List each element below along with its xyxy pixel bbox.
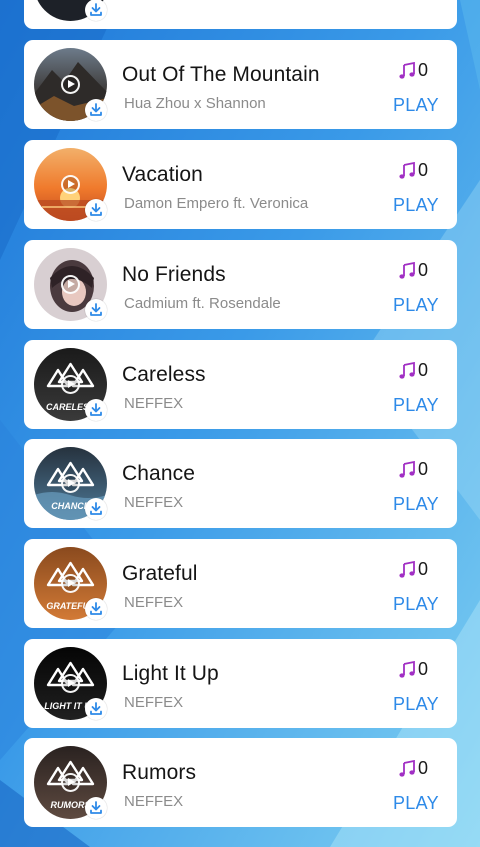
song-title: Rumors: [122, 761, 197, 784]
play-count: 0: [398, 559, 428, 580]
play-button[interactable]: PLAY: [393, 195, 439, 216]
song-card[interactable]: No Friends Cadmium ft. Rosendale 0 PLAY: [24, 240, 457, 329]
play-circle-icon[interactable]: [61, 773, 80, 792]
song-artist: Cadmium ft. Rosendale: [124, 295, 281, 312]
play-count: 0: [398, 659, 428, 680]
play-count: 0: [398, 60, 428, 81]
download-icon[interactable]: [85, 99, 107, 121]
song-card[interactable]: LIGHT IT UP Light It Up NEFFEX 0 PLAY: [24, 639, 457, 728]
download-icon[interactable]: [85, 498, 107, 520]
song-title: Vacation: [122, 163, 203, 186]
play-count-value: 0: [418, 260, 429, 280]
play-circle-icon[interactable]: [61, 75, 80, 94]
download-icon[interactable]: [85, 0, 107, 21]
play-button[interactable]: PLAY: [393, 494, 439, 515]
play-circle-icon[interactable]: [61, 674, 80, 693]
play-circle-icon[interactable]: [61, 375, 80, 394]
song-title: Out Of The Mountain: [122, 63, 320, 86]
play-circle-icon[interactable]: [61, 474, 80, 493]
music-note-icon: [398, 61, 416, 80]
play-count: 0: [398, 260, 428, 281]
download-icon[interactable]: [85, 797, 107, 819]
download-icon[interactable]: [85, 399, 107, 421]
song-card[interactable]: GRATEFUL Grateful NEFFEX 0 PLAY: [24, 539, 457, 628]
song-title: No Friends: [122, 263, 226, 286]
music-note-icon: [398, 261, 416, 280]
download-icon[interactable]: [85, 698, 107, 720]
play-count-value: 0: [418, 559, 429, 579]
download-icon[interactable]: [85, 598, 107, 620]
play-count: 0: [398, 758, 428, 779]
song-title: Chance: [122, 462, 195, 485]
song-card[interactable]: CARELESS Careless NEFFEX 0 PLAY: [24, 340, 457, 429]
play-count: 0: [398, 360, 428, 381]
play-count: 0: [398, 459, 428, 480]
download-icon[interactable]: [85, 299, 107, 321]
song-artist: Hua Zhou x Shannon: [124, 95, 266, 112]
play-button[interactable]: PLAY: [393, 295, 439, 316]
play-count-value: 0: [418, 659, 429, 679]
music-note-icon: [398, 460, 416, 479]
play-circle-icon[interactable]: [61, 574, 80, 593]
play-count: 0: [398, 160, 428, 181]
song-card[interactable]: CHANCE Chance NEFFEX 0 PLAY: [24, 439, 457, 528]
music-note-icon: [398, 759, 416, 778]
song-card[interactable]: Yang Shan Wei WeiYang Shan Wei Wei0PLAY: [24, 0, 457, 29]
play-button[interactable]: PLAY: [393, 793, 439, 814]
song-card[interactable]: RUMORS Rumors NEFFEX 0 PLAY: [24, 738, 457, 827]
song-artist: NEFFEX: [124, 793, 184, 810]
song-title: Grateful: [122, 562, 198, 585]
song-card[interactable]: Vacation Damon Empero ft. Veronica 0 PLAY: [24, 140, 457, 229]
play-button[interactable]: PLAY: [393, 694, 439, 715]
song-artist: Damon Empero ft. Veronica: [124, 195, 309, 212]
music-note-icon: [398, 560, 416, 579]
play-circle-icon[interactable]: [61, 175, 80, 194]
play-count-value: 0: [418, 360, 429, 380]
song-artist: NEFFEX: [124, 594, 184, 611]
play-count-value: 0: [418, 459, 429, 479]
music-note-icon: [398, 361, 416, 380]
song-artist: NEFFEX: [124, 694, 184, 711]
song-artist: NEFFEX: [124, 494, 184, 511]
song-artist: NEFFEX: [124, 395, 184, 412]
music-note-icon: [398, 660, 416, 679]
song-title: Careless: [122, 363, 206, 386]
play-count-value: 0: [418, 60, 429, 80]
song-list: Yang Shan Wei WeiYang Shan Wei Wei0PLAY O…: [0, 0, 480, 847]
download-icon[interactable]: [85, 199, 107, 221]
music-note-icon: [398, 161, 416, 180]
play-button[interactable]: PLAY: [393, 95, 439, 116]
play-button[interactable]: PLAY: [393, 395, 439, 416]
play-count-value: 0: [418, 758, 429, 778]
play-circle-icon[interactable]: [61, 275, 80, 294]
song-card[interactable]: Out Of The Mountain Hua Zhou x Shannon 0 PL…: [24, 40, 457, 129]
play-count-value: 0: [418, 160, 429, 180]
song-title: Light It Up: [122, 662, 219, 685]
play-button[interactable]: PLAY: [393, 594, 439, 615]
